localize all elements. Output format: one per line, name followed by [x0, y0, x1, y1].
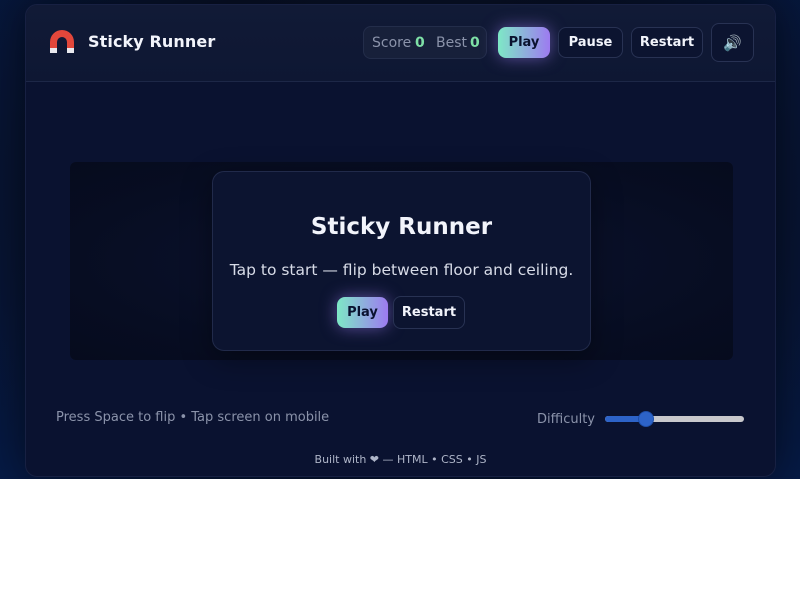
scoreboard: Score 0 Best 0	[363, 26, 487, 59]
play-button[interactable]: Play	[498, 27, 550, 58]
overlay-play-button[interactable]: Play	[337, 297, 388, 328]
score-label: Score	[372, 35, 412, 51]
score-value: 0	[415, 35, 425, 51]
pause-button[interactable]: Pause	[558, 27, 623, 58]
overlay-subtitle: Tap to start — flip between floor and ce…	[229, 261, 574, 279]
footer-credit: Built with ❤ — HTML • CSS • JS	[314, 453, 487, 466]
overlay-restart-button[interactable]: Restart	[393, 296, 465, 329]
controls-hint: Press Space to flip • Tap screen on mobi…	[56, 410, 330, 425]
best-label: Best	[436, 35, 468, 51]
start-overlay: Sticky Runner Tap to start — flip betwee…	[212, 171, 591, 351]
slider-thumb[interactable]	[638, 412, 653, 426]
difficulty-label: Difficulty	[537, 412, 595, 427]
sound-toggle-button[interactable]: 🔊	[711, 23, 754, 62]
game-stage: Sticky Runner Score 0 Best 0 Play Pause …	[0, 0, 800, 479]
speaker-icon: 🔊	[723, 33, 742, 52]
magnet-icon	[50, 30, 74, 53]
restart-button[interactable]: Restart	[631, 27, 703, 58]
difficulty-slider[interactable]	[605, 412, 744, 426]
app-title: Sticky Runner	[88, 32, 216, 51]
game-window: Sticky Runner Score 0 Best 0 Play Pause …	[25, 4, 776, 477]
best-value: 0	[470, 35, 480, 51]
overlay-title: Sticky Runner	[310, 214, 493, 240]
top-bar: Sticky Runner Score 0 Best 0 Play Pause …	[26, 5, 775, 82]
